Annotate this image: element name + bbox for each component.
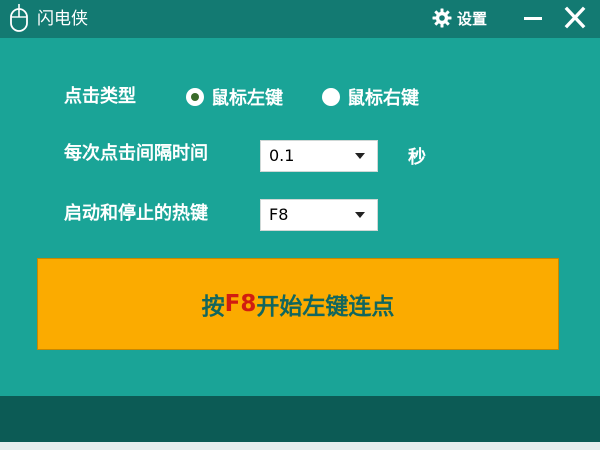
- chevron-down-icon: [355, 212, 365, 218]
- gear-icon: [432, 8, 452, 28]
- close-button[interactable]: [560, 4, 590, 32]
- start-button-prefix: 按: [201, 294, 225, 320]
- start-button-suffix: 开始左键连点: [256, 294, 395, 320]
- interval-label: 每次点击间隔时间: [64, 143, 208, 164]
- interval-select[interactable]: 0.1: [260, 140, 378, 172]
- close-icon: [564, 6, 586, 29]
- hotkey-label: 启动和停止的热键: [64, 203, 208, 224]
- radio-left-button[interactable]: 鼠标左键: [186, 86, 283, 109]
- radio-right-label: 鼠标右键: [347, 88, 419, 109]
- interval-value: 0.1: [269, 146, 295, 165]
- hotkey-select[interactable]: F8: [260, 199, 378, 231]
- mouse-icon: [10, 4, 28, 32]
- click-type-label: 点击类型: [64, 86, 136, 107]
- settings-label: 设置: [457, 9, 488, 28]
- start-clicking-button[interactable]: 按 F8 开始左键连点: [37, 258, 559, 350]
- minimize-button[interactable]: [518, 4, 548, 32]
- minimize-icon: [524, 17, 542, 20]
- interval-unit: 秒: [408, 147, 426, 168]
- start-button-hotkey: F8: [224, 291, 257, 317]
- radio-left-indicator: [186, 88, 204, 106]
- radio-left-label: 鼠标左键: [211, 88, 283, 109]
- title-bar: 闪电侠 设置: [0, 0, 600, 38]
- footer-bar: [0, 396, 600, 442]
- app-window: 闪电侠 设置 点击类型 鼠标左键 鼠标右键 每次点击间隔时间 0.1 秒 启动和…: [0, 0, 600, 450]
- settings-button[interactable]: 设置: [432, 5, 487, 31]
- radio-right-button[interactable]: 鼠标右键: [322, 86, 419, 109]
- app-title: 闪电侠: [37, 9, 88, 29]
- chevron-down-icon: [355, 153, 365, 159]
- hotkey-value: F8: [269, 205, 289, 224]
- bottom-strip: [0, 442, 600, 450]
- radio-right-indicator: [322, 88, 340, 106]
